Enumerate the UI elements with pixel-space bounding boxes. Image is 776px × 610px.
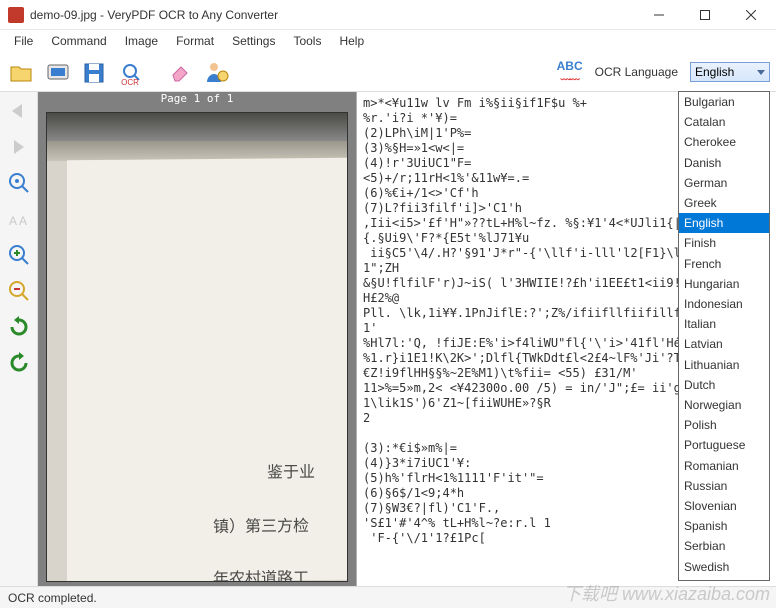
close-button[interactable] <box>728 0 774 30</box>
page-indicator: Page 1 of 1 <box>38 92 356 108</box>
text-size-button[interactable]: AA <box>4 204 34 234</box>
language-option[interactable]: Slovenian <box>679 496 769 516</box>
toolbar: OCR ABC﹏﹏ OCR Language English <box>0 52 776 92</box>
minimize-button[interactable] <box>636 0 682 30</box>
language-option[interactable]: English <box>679 213 769 233</box>
language-option[interactable]: Spanish <box>679 516 769 536</box>
maximize-button[interactable] <box>682 0 728 30</box>
document-text-line: 镇）第三方检 <box>213 512 309 537</box>
language-dropdown[interactable]: BulgarianCatalanCherokeeDanishGermanGree… <box>678 91 770 581</box>
language-option[interactable]: French <box>679 254 769 274</box>
content-area: AA Page 1 of 1 鉴于业镇）第三方检年农村道路工 m>*<¥u11w… <box>0 92 776 586</box>
language-option[interactable]: Polish <box>679 415 769 435</box>
language-option[interactable]: Romanian <box>679 456 769 476</box>
language-option[interactable]: Cherokee <box>679 132 769 152</box>
open-folder-button[interactable] <box>6 56 38 88</box>
preview-pane: Page 1 of 1 鉴于业镇）第三方检年农村道路工 <box>38 92 356 586</box>
language-option[interactable]: Latvian <box>679 334 769 354</box>
language-option[interactable]: Swedish <box>679 557 769 577</box>
menu-format[interactable]: Format <box>168 32 222 50</box>
scan-button[interactable] <box>42 56 74 88</box>
language-option[interactable]: Danish <box>679 153 769 173</box>
language-option[interactable]: Portuguese <box>679 435 769 455</box>
language-option[interactable]: Catalan <box>679 112 769 132</box>
zoom-out-button[interactable] <box>4 276 34 306</box>
language-option[interactable]: Hungarian <box>679 274 769 294</box>
language-option[interactable]: Italian <box>679 314 769 334</box>
ocr-language-select[interactable]: English <box>690 62 770 82</box>
ocr-language-label: OCR Language <box>587 65 686 79</box>
menubar: File Command Image Format Settings Tools… <box>0 30 776 52</box>
page-image[interactable]: 鉴于业镇）第三方检年农村道路工 <box>46 112 348 582</box>
language-option[interactable]: Indonesian <box>679 294 769 314</box>
language-option[interactable]: Lithuanian <box>679 355 769 375</box>
menu-settings[interactable]: Settings <box>224 32 283 50</box>
erase-button[interactable] <box>164 56 196 88</box>
language-option[interactable]: Serbian <box>679 536 769 556</box>
titlebar: demo-09.jpg - VeryPDF OCR to Any Convert… <box>0 0 776 30</box>
document-text-line: 年农村道路工 <box>213 564 309 582</box>
menu-image[interactable]: Image <box>117 32 166 50</box>
menu-help[interactable]: Help <box>331 32 372 50</box>
zoom-in-button[interactable] <box>4 240 34 270</box>
save-button[interactable] <box>78 56 110 88</box>
language-option[interactable]: German <box>679 173 769 193</box>
language-option[interactable]: Norwegian <box>679 395 769 415</box>
side-toolbar: AA <box>0 92 38 586</box>
svg-text:A: A <box>9 214 17 228</box>
rotate-right-button[interactable] <box>4 348 34 378</box>
user-options-button[interactable] <box>200 56 232 88</box>
rotate-left-button[interactable] <box>4 312 34 342</box>
zoom-actual-button[interactable] <box>4 168 34 198</box>
nav-forward-button[interactable] <box>4 132 34 162</box>
ocr-label: OCR <box>121 78 139 87</box>
language-option[interactable]: Bulgarian <box>679 92 769 112</box>
svg-text:A: A <box>19 214 27 228</box>
language-option[interactable]: Greek <box>679 193 769 213</box>
window-controls <box>636 0 774 30</box>
menu-command[interactable]: Command <box>43 32 114 50</box>
language-option[interactable]: Finish <box>679 233 769 253</box>
statusbar: OCR completed. <box>0 586 776 608</box>
language-option[interactable]: Russian <box>679 476 769 496</box>
ocr-button[interactable]: OCR <box>114 56 146 88</box>
status-text: OCR completed. <box>8 591 97 605</box>
abc-icon: ABC﹏﹏ <box>557 62 583 81</box>
menu-tools[interactable]: Tools <box>285 32 329 50</box>
nav-back-button[interactable] <box>4 96 34 126</box>
language-option[interactable]: Tagalog <box>679 577 769 581</box>
ocr-language-value: English <box>695 65 734 79</box>
document-text-line: 鉴于业 <box>267 458 315 482</box>
language-option[interactable]: Dutch <box>679 375 769 395</box>
window-title: demo-09.jpg - VeryPDF OCR to Any Convert… <box>30 8 636 22</box>
app-icon <box>8 7 24 23</box>
menu-file[interactable]: File <box>6 32 41 50</box>
